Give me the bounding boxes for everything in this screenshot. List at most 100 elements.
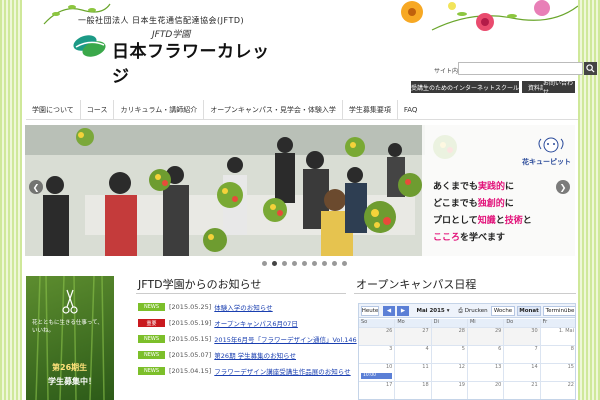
calendar-event[interactable]: 10:00 <box>361 373 392 379</box>
calendar-today-button[interactable]: Heute <box>361 306 379 316</box>
calendar-day-cell[interactable]: 22 <box>541 382 575 399</box>
calendar-week-view-tab[interactable]: Woche <box>491 306 515 316</box>
left-decorative-stripe <box>0 0 22 400</box>
main-navigation: 学園について コース カリキュラム・講師紹介 オープンキャンパス・見学会・体験入… <box>26 100 578 120</box>
chevron-right-icon: ❯ <box>559 182 567 192</box>
calendar-day-cell[interactable]: 15 <box>541 364 575 381</box>
search-button[interactable] <box>584 62 597 75</box>
calendar-week-row: 26 27 28 29 30 1. Mai <box>359 327 575 345</box>
calendar-day-cell[interactable]: 19 <box>432 382 468 399</box>
calendar-day-cell[interactable]: 8 <box>541 346 575 363</box>
nav-item-about[interactable]: 学園について <box>26 100 81 120</box>
slider-dot[interactable] <box>292 261 297 266</box>
calendar-month-view-tab[interactable]: Monat <box>517 306 541 316</box>
news-item: NEWS [2015.05.15] 2015年6月号「フラワーデザイン通信」Vol.… <box>138 333 357 345</box>
nav-item-faq[interactable]: FAQ <box>398 100 424 120</box>
calendar-day-cell[interactable]: 21 <box>504 382 541 399</box>
calendar-print-button[interactable]: ⎙ Drucken <box>457 306 489 316</box>
calendar-day-cell[interactable]: 1. Mai <box>541 328 575 345</box>
calendar-next-button[interactable]: ▶ <box>397 306 409 316</box>
slider-line-3: プロとして知識と技術と <box>433 216 532 226</box>
news-date: [2015.04.15] <box>169 367 212 375</box>
calendar-month-label[interactable]: Mai 2015 ▾ <box>412 306 454 316</box>
banner-slogan: 花とともに生きる仕事って、いいね。 <box>32 320 103 334</box>
news-link[interactable]: フラワーデザイン講座受講生作品展のお知らせ <box>214 366 350 376</box>
calendar-prev-button[interactable]: ◀ <box>383 306 395 316</box>
news-badge: NEWS <box>138 367 165 375</box>
news-link[interactable]: 第26期 学生募集のお知らせ <box>214 350 296 360</box>
nav-item-admissions[interactable]: 学生募集要項 <box>343 100 398 120</box>
slider-line-1: あくまでも実践的に <box>433 182 515 192</box>
nav-item-curriculum[interactable]: カリキュラム・講師紹介 <box>114 100 205 120</box>
calendar-day-cell[interactable]: 14 <box>504 364 541 381</box>
nav-item-courses[interactable]: コース <box>81 100 115 120</box>
slider-dot[interactable] <box>272 261 277 266</box>
banner-caption-recruiting: 学生募集中！ <box>48 377 96 386</box>
calendar-day-cell[interactable]: 11 <box>395 364 432 381</box>
nav-item-open-campus[interactable]: オープンキャンパス・見学会・体験入学 <box>204 100 343 120</box>
news-link[interactable]: 体験入学のお知らせ <box>214 302 272 312</box>
calendar-day-cell[interactable]: 3 <box>359 346 396 363</box>
chevron-down-icon: ▾ <box>446 308 450 314</box>
event-calendar: Heute ◀ ▶ Mai 2015 ▾ ⎙ Drucken Woche Mon… <box>358 303 576 400</box>
news-badge: NEWS <box>138 335 165 343</box>
slider-dot[interactable] <box>332 261 337 266</box>
calendar-weekday: Mi <box>468 319 505 327</box>
contact-button[interactable]: お問い合わせ <box>543 80 575 96</box>
logo-mark-icon <box>73 35 106 57</box>
calendar-day-cell[interactable]: 5 <box>432 346 468 363</box>
slider-dot[interactable] <box>282 261 287 266</box>
search-icon <box>586 64 595 73</box>
slider-dot[interactable] <box>262 261 267 266</box>
mascot-label: 花キューピット <box>522 158 571 166</box>
chevron-right-icon: ▶ <box>400 308 406 314</box>
calendar-week-row: 10 11 12 13 14 15 10:00 <box>359 363 575 381</box>
calendar-weekday: Mo <box>395 319 432 327</box>
calendar-day-cell[interactable]: 7 <box>504 346 541 363</box>
calendar-grid: So Mo Di Mi Do Fr 26 27 28 29 30 1. Mai 3 4 5 6 7 8 10 11 1… <box>359 319 575 399</box>
calendar-day-cell[interactable]: 18 <box>395 382 432 399</box>
news-badge: NEWS <box>138 303 165 311</box>
slider-dot[interactable] <box>322 261 327 266</box>
calendar-weekday: Fr <box>541 319 575 327</box>
slider-next-button[interactable]: ❯ <box>556 180 570 194</box>
news-badge: NEWS <box>138 351 165 359</box>
calendar-day-cell[interactable]: 26 <box>359 328 396 345</box>
slider-dot[interactable] <box>302 261 307 266</box>
calendar-day-cell[interactable]: 30 <box>504 328 541 345</box>
banner-caption-term: 第26期生 <box>52 363 88 372</box>
page: 一般社団法人 日本生花通信配達協会(JFTD) JFTD学園 日本フラワーカレッ… <box>22 0 597 400</box>
slider-dot[interactable] <box>312 261 317 266</box>
news-date: [2015.05.07] <box>169 351 212 359</box>
calendar-week-row: 345678 <box>359 345 575 363</box>
news-title-divider <box>136 293 346 294</box>
calendar-day-cell[interactable]: 12 <box>432 364 468 381</box>
news-link[interactable]: 2015年6月号「フラワーデザイン通信」Vol.146 <box>214 334 356 344</box>
slider-dot[interactable] <box>342 261 347 266</box>
calendar-day-cell[interactable]: 27 <box>395 328 432 345</box>
news-date: [2015.05.19] <box>169 319 212 327</box>
calendar-day-cell[interactable]: 4 <box>395 346 432 363</box>
news-date: [2015.05.15] <box>169 335 212 343</box>
search-input[interactable] <box>458 62 583 75</box>
calendar-agenda-view-tab[interactable]: Terminübe <box>543 306 575 316</box>
chevron-left-icon: ◀ <box>386 308 392 314</box>
calendar-day-cell[interactable]: 29 <box>467 328 505 345</box>
slider-line-4: こころを学べます <box>433 233 506 243</box>
right-decorative-stripe <box>578 0 600 400</box>
calendar-day-cell[interactable]: 28 <box>431 328 468 345</box>
calendar-section-title: オープンキャンパス日程 <box>356 278 477 291</box>
calendar-day-cell[interactable]: 6 <box>468 346 505 363</box>
news-section-title: JFTD学園からのお知らせ <box>138 278 262 291</box>
news-link[interactable]: オープンキャンパス6月07日 <box>214 318 298 328</box>
site-logo[interactable]: JFTD学園 日本フラワーカレッジ <box>72 27 282 87</box>
internet-school-button[interactable]: 受講生のためのインターネットスクール <box>411 81 519 93</box>
calendar-day-cell[interactable]: 20 <box>468 382 505 399</box>
hero-slider[interactable]: 花キューピット あくまでも実践的に どこまでも独創的に プロとして知識と技術と … <box>25 125 575 256</box>
slider-prev-button[interactable]: ❮ <box>29 180 43 194</box>
calendar-day-cell[interactable]: 17 <box>359 382 396 399</box>
printer-icon: ⎙ <box>458 307 463 314</box>
calendar-day-cell[interactable]: 13 <box>468 364 505 381</box>
news-date: [2015.05.25] <box>169 303 212 311</box>
news-item: 重要 [2015.05.19] オープンキャンパス6月07日 <box>138 317 298 329</box>
